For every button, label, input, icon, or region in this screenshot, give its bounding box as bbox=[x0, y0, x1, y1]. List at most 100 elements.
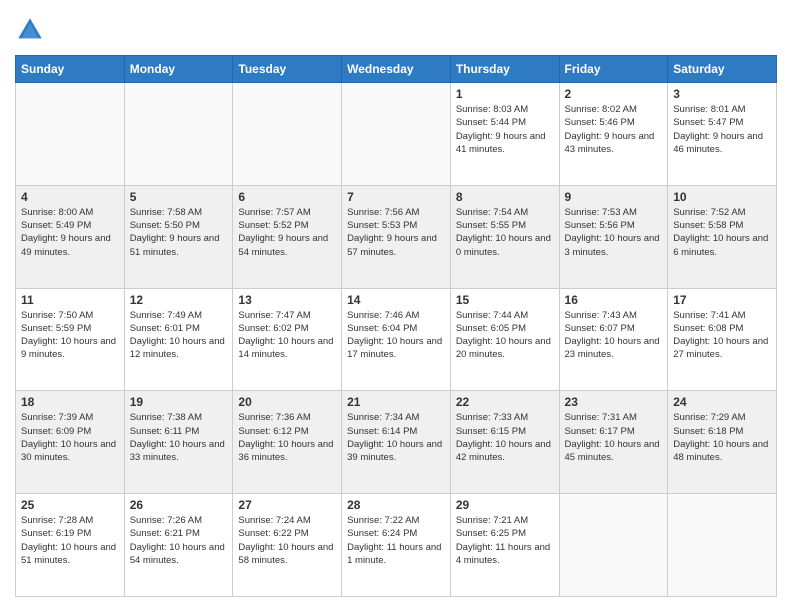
day-number: 19 bbox=[130, 395, 228, 409]
calendar-cell: 13 Sunrise: 7:47 AM Sunset: 6:02 PM Dayli… bbox=[233, 288, 342, 391]
day-info: Sunrise: 7:53 AM Sunset: 5:56 PM Dayligh… bbox=[565, 206, 663, 259]
calendar-header-row: SundayMondayTuesdayWednesdayThursdayFrid… bbox=[16, 56, 777, 83]
day-info: Sunrise: 8:01 AM Sunset: 5:47 PM Dayligh… bbox=[673, 103, 771, 156]
day-info: Sunrise: 7:24 AM Sunset: 6:22 PM Dayligh… bbox=[238, 514, 336, 567]
day-info: Sunrise: 7:38 AM Sunset: 6:11 PM Dayligh… bbox=[130, 411, 228, 464]
day-number: 13 bbox=[238, 293, 336, 307]
calendar-week-1: 1 Sunrise: 8:03 AM Sunset: 5:44 PM Daylig… bbox=[16, 83, 777, 186]
day-info: Sunrise: 7:34 AM Sunset: 6:14 PM Dayligh… bbox=[347, 411, 445, 464]
calendar-cell bbox=[233, 83, 342, 186]
calendar-cell: 10 Sunrise: 7:52 AM Sunset: 5:58 PM Dayli… bbox=[668, 185, 777, 288]
calendar-cell: 22 Sunrise: 7:33 AM Sunset: 6:15 PM Dayli… bbox=[450, 391, 559, 494]
day-number: 11 bbox=[21, 293, 119, 307]
day-info: Sunrise: 7:41 AM Sunset: 6:08 PM Dayligh… bbox=[673, 309, 771, 362]
calendar-cell: 7 Sunrise: 7:56 AM Sunset: 5:53 PM Daylig… bbox=[342, 185, 451, 288]
day-info: Sunrise: 7:28 AM Sunset: 6:19 PM Dayligh… bbox=[21, 514, 119, 567]
day-number: 4 bbox=[21, 190, 119, 204]
calendar-cell: 23Sunrise: 7:31 AM Sunset: 6:17 PM Dayli… bbox=[559, 391, 668, 494]
day-info: Sunrise: 7:33 AM Sunset: 6:15 PM Dayligh… bbox=[456, 411, 554, 464]
col-header-tuesday: Tuesday bbox=[233, 56, 342, 83]
day-info: Sunrise: 7:46 AM Sunset: 6:04 PM Dayligh… bbox=[347, 309, 445, 362]
calendar-week-2: 4 Sunrise: 8:00 AM Sunset: 5:49 PM Daylig… bbox=[16, 185, 777, 288]
calendar-cell: 6Sunrise: 7:57 AM Sunset: 5:52 PM Daylig… bbox=[233, 185, 342, 288]
day-number: 1 bbox=[456, 87, 554, 101]
logo-icon bbox=[15, 15, 45, 45]
day-info: Sunrise: 7:57 AM Sunset: 5:52 PM Dayligh… bbox=[238, 206, 336, 259]
day-number: 20 bbox=[238, 395, 336, 409]
day-info: Sunrise: 8:00 AM Sunset: 5:49 PM Dayligh… bbox=[21, 206, 119, 259]
calendar-cell: 16 Sunrise: 7:43 AM Sunset: 6:07 PM Dayli… bbox=[559, 288, 668, 391]
calendar-cell: 15Sunrise: 7:44 AM Sunset: 6:05 PM Dayli… bbox=[450, 288, 559, 391]
logo bbox=[15, 15, 49, 45]
calendar-cell: 27 Sunrise: 7:24 AM Sunset: 6:22 PM Dayli… bbox=[233, 494, 342, 597]
day-number: 7 bbox=[347, 190, 445, 204]
day-info: Sunrise: 7:26 AM Sunset: 6:21 PM Dayligh… bbox=[130, 514, 228, 567]
calendar-cell bbox=[342, 83, 451, 186]
calendar-cell bbox=[124, 83, 233, 186]
calendar-cell: 20 Sunrise: 7:36 AM Sunset: 6:12 PM Dayli… bbox=[233, 391, 342, 494]
day-number: 12 bbox=[130, 293, 228, 307]
day-number: 24 bbox=[673, 395, 771, 409]
day-info: Sunrise: 7:29 AM Sunset: 6:18 PM Dayligh… bbox=[673, 411, 771, 464]
calendar-cell: 24 Sunrise: 7:29 AM Sunset: 6:18 PM Dayli… bbox=[668, 391, 777, 494]
calendar-cell: 12 Sunrise: 7:49 AM Sunset: 6:01 PM Dayli… bbox=[124, 288, 233, 391]
calendar-cell: 11 Sunrise: 7:50 AM Sunset: 5:59 PM Dayli… bbox=[16, 288, 125, 391]
header bbox=[15, 15, 777, 45]
day-number: 10 bbox=[673, 190, 771, 204]
calendar-cell: 17 Sunrise: 7:41 AM Sunset: 6:08 PM Dayli… bbox=[668, 288, 777, 391]
col-header-friday: Friday bbox=[559, 56, 668, 83]
day-info: Sunrise: 7:49 AM Sunset: 6:01 PM Dayligh… bbox=[130, 309, 228, 362]
day-number: 16 bbox=[565, 293, 663, 307]
page: SundayMondayTuesdayWednesdayThursdayFrid… bbox=[0, 0, 792, 612]
day-info: Sunrise: 7:22 AM Sunset: 6:24 PM Dayligh… bbox=[347, 514, 445, 567]
day-number: 18 bbox=[21, 395, 119, 409]
day-info: Sunrise: 7:39 AM Sunset: 6:09 PM Dayligh… bbox=[21, 411, 119, 464]
calendar-cell: 19 Sunrise: 7:38 AM Sunset: 6:11 PM Dayli… bbox=[124, 391, 233, 494]
day-number: 5 bbox=[130, 190, 228, 204]
day-number: 25 bbox=[21, 498, 119, 512]
day-info: Sunrise: 8:03 AM Sunset: 5:44 PM Dayligh… bbox=[456, 103, 554, 156]
day-info: Sunrise: 7:52 AM Sunset: 5:58 PM Dayligh… bbox=[673, 206, 771, 259]
day-info: Sunrise: 7:36 AM Sunset: 6:12 PM Dayligh… bbox=[238, 411, 336, 464]
day-number: 23 bbox=[565, 395, 663, 409]
day-number: 8 bbox=[456, 190, 554, 204]
day-number: 14 bbox=[347, 293, 445, 307]
calendar-cell: 3 Sunrise: 8:01 AM Sunset: 5:47 PM Daylig… bbox=[668, 83, 777, 186]
calendar-cell bbox=[559, 494, 668, 597]
day-info: Sunrise: 7:50 AM Sunset: 5:59 PM Dayligh… bbox=[21, 309, 119, 362]
calendar-cell: 4 Sunrise: 8:00 AM Sunset: 5:49 PM Daylig… bbox=[16, 185, 125, 288]
day-number: 21 bbox=[347, 395, 445, 409]
calendar-cell: 14 Sunrise: 7:46 AM Sunset: 6:04 PM Dayli… bbox=[342, 288, 451, 391]
day-number: 27 bbox=[238, 498, 336, 512]
day-number: 17 bbox=[673, 293, 771, 307]
calendar-cell bbox=[16, 83, 125, 186]
day-info: Sunrise: 7:58 AM Sunset: 5:50 PM Dayligh… bbox=[130, 206, 228, 259]
day-info: Sunrise: 7:43 AM Sunset: 6:07 PM Dayligh… bbox=[565, 309, 663, 362]
calendar-cell bbox=[668, 494, 777, 597]
calendar-week-4: 18 Sunrise: 7:39 AM Sunset: 6:09 PM Dayli… bbox=[16, 391, 777, 494]
calendar-cell: 26 Sunrise: 7:26 AM Sunset: 6:21 PM Dayli… bbox=[124, 494, 233, 597]
calendar-cell: 1 Sunrise: 8:03 AM Sunset: 5:44 PM Daylig… bbox=[450, 83, 559, 186]
day-number: 26 bbox=[130, 498, 228, 512]
col-header-saturday: Saturday bbox=[668, 56, 777, 83]
day-number: 22 bbox=[456, 395, 554, 409]
day-info: Sunrise: 7:47 AM Sunset: 6:02 PM Dayligh… bbox=[238, 309, 336, 362]
calendar-cell: 28Sunrise: 7:22 AM Sunset: 6:24 PM Dayli… bbox=[342, 494, 451, 597]
day-number: 29 bbox=[456, 498, 554, 512]
calendar-cell: 5 Sunrise: 7:58 AM Sunset: 5:50 PM Daylig… bbox=[124, 185, 233, 288]
calendar-cell: 21 Sunrise: 7:34 AM Sunset: 6:14 PM Dayli… bbox=[342, 391, 451, 494]
calendar-cell: 25 Sunrise: 7:28 AM Sunset: 6:19 PM Dayli… bbox=[16, 494, 125, 597]
calendar-week-5: 25 Sunrise: 7:28 AM Sunset: 6:19 PM Dayli… bbox=[16, 494, 777, 597]
calendar-week-3: 11 Sunrise: 7:50 AM Sunset: 5:59 PM Dayli… bbox=[16, 288, 777, 391]
day-number: 3 bbox=[673, 87, 771, 101]
calendar-cell: 2Sunrise: 8:02 AM Sunset: 5:46 PM Daylig… bbox=[559, 83, 668, 186]
day-info: Sunrise: 7:56 AM Sunset: 5:53 PM Dayligh… bbox=[347, 206, 445, 259]
day-number: 9 bbox=[565, 190, 663, 204]
col-header-sunday: Sunday bbox=[16, 56, 125, 83]
col-header-monday: Monday bbox=[124, 56, 233, 83]
calendar-cell: 18 Sunrise: 7:39 AM Sunset: 6:09 PM Dayli… bbox=[16, 391, 125, 494]
calendar-cell: 29Sunrise: 7:21 AM Sunset: 6:25 PM Dayli… bbox=[450, 494, 559, 597]
calendar-cell: 8Sunrise: 7:54 AM Sunset: 5:55 PM Daylig… bbox=[450, 185, 559, 288]
calendar-table: SundayMondayTuesdayWednesdayThursdayFrid… bbox=[15, 55, 777, 597]
day-number: 2 bbox=[565, 87, 663, 101]
